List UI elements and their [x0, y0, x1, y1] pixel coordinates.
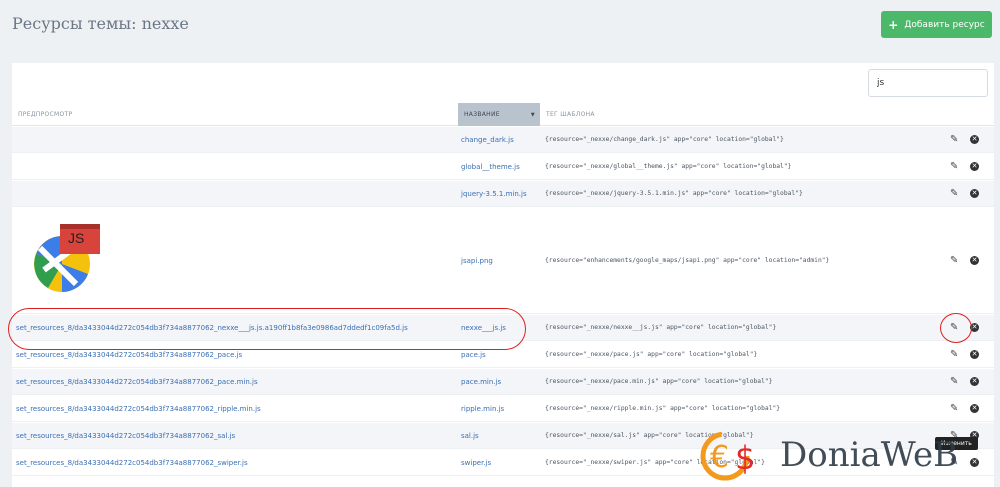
template-tag: {resource="_nexxe/swiper.js" app="core" … — [545, 459, 765, 466]
template-tag: {resource="_nexxe/jquery-3.5.1.min.js" a… — [545, 190, 803, 197]
table-row: set_resources_8/da3433044d272c054db3f734… — [12, 396, 994, 422]
plus-icon: + — [888, 17, 899, 32]
row-actions: ✎ ✕ — [950, 342, 990, 367]
table-row: JS jsapi.png {resource="enhancements/goo… — [12, 208, 994, 314]
remove-icon[interactable]: ✕ — [970, 189, 979, 198]
template-tag: {resource="_nexxe/pace.js" app="core" lo… — [545, 351, 758, 358]
resource-name-link[interactable]: jsapi.png — [461, 208, 541, 313]
preview-link[interactable]: set_resources_8/da3433044d272c054db3f734… — [16, 315, 456, 340]
template-tag: {resource="_nexxe/nexxe__js.js" app="cor… — [545, 324, 777, 331]
row-actions: ✎ ✕ — [950, 369, 990, 394]
template-tag: {resource="_nexxe/pace.min.js" app="core… — [545, 378, 773, 385]
template-tag: {resource="_nexxe/ripple.min.js" app="co… — [545, 405, 781, 412]
template-tag: {resource="_nexxe/global__theme.js" app=… — [545, 163, 792, 170]
pencil-icon[interactable]: ✎ — [950, 134, 960, 145]
row-actions: ✎ ✕ — [950, 181, 990, 206]
preview-link[interactable]: set_resources_8/da3433044d272c054db3f734… — [16, 342, 456, 367]
row-actions: ✎ ✕ — [950, 315, 990, 340]
table-row: change_dark.js {resource="_nexxe/change_… — [12, 127, 994, 153]
remove-icon[interactable]: ✕ — [970, 135, 979, 144]
sort-desc-icon: ▼ — [530, 111, 535, 118]
preview-link[interactable]: set_resources_8/da3433044d272c054db3f734… — [16, 396, 456, 421]
resource-name-link[interactable]: global__theme.js — [461, 154, 541, 179]
remove-icon[interactable]: ✕ — [970, 350, 979, 359]
template-tag: {resource="enhancements/google_maps/jsap… — [545, 257, 830, 264]
table-row: set_resources_8/da3433044d272c054db3f734… — [12, 342, 994, 368]
table-row: set_resources_8/da3433044d272c054db3f734… — [12, 315, 994, 341]
add-resource-label: Добавить ресурс — [904, 19, 985, 30]
preview-link[interactable]: set_resources_8/da3433044d272c054db3f734… — [16, 423, 456, 448]
js-badge: JS — [68, 230, 85, 246]
resource-name-link[interactable]: sal.js — [461, 423, 541, 448]
pencil-icon[interactable]: ✎ — [950, 188, 960, 199]
pencil-icon[interactable]: ✎ — [950, 322, 960, 333]
resource-name-link[interactable]: ripple.min.js — [461, 396, 541, 421]
remove-icon[interactable]: ✕ — [970, 377, 979, 386]
column-header-preview[interactable]: ПРЕДПРОСМОТР — [12, 103, 458, 126]
preview-link[interactable]: set_resources_8/da3433044d272c054db3f734… — [16, 450, 456, 475]
pencil-icon[interactable]: ✎ — [950, 255, 960, 266]
column-header-name-label: НАЗВАНИЕ — [464, 111, 500, 118]
template-tag: {resource="_nexxe/sal.js" app="core" loc… — [545, 432, 754, 439]
remove-icon[interactable]: ✕ — [970, 458, 979, 467]
resources-panel: ПРЕДПРОСМОТР НАЗВАНИЕ ▼ ТЕГ ШАБЛОНА chan… — [12, 63, 994, 487]
resource-name-link[interactable]: change_dark.js — [461, 127, 541, 152]
page-title: Ресурсы темы: nexxe — [12, 14, 189, 33]
pencil-icon[interactable]: ✎ — [950, 403, 960, 414]
table-header: ПРЕДПРОСМОТР НАЗВАНИЕ ▼ ТЕГ ШАБЛОНА — [12, 103, 994, 126]
resource-name-link[interactable]: nexxe___js.js — [461, 315, 541, 340]
add-resource-button[interactable]: + Добавить ресурс — [881, 11, 992, 38]
search-input[interactable] — [868, 69, 988, 97]
pencil-icon[interactable]: ✎ — [950, 161, 960, 172]
resource-name-link[interactable]: jquery-3.5.1.min.js — [461, 181, 541, 206]
remove-icon[interactable]: ✕ — [970, 256, 979, 265]
row-actions: ✎ ✕ — [950, 154, 990, 179]
remove-icon[interactable]: ✕ — [970, 162, 979, 171]
table-row: set_resources_8/da3433044d272c054db3f734… — [12, 450, 994, 476]
resource-name-link[interactable]: pace.js — [461, 342, 541, 367]
column-header-name[interactable]: НАЗВАНИЕ ▼ — [458, 103, 540, 126]
pencil-icon[interactable]: ✎ — [950, 376, 960, 387]
column-header-tag[interactable]: ТЕГ ШАБЛОНА — [540, 103, 940, 126]
preview-link[interactable]: set_resources_8/da3433044d272c054db3f734… — [16, 369, 456, 394]
row-actions: ✎ ✕ — [950, 450, 990, 475]
pencil-icon[interactable]: ✎ — [950, 349, 960, 360]
remove-icon[interactable]: ✕ — [970, 404, 979, 413]
table-row: set_resources_8/da3433044d272c054db3f734… — [12, 369, 994, 395]
table-row: set_resources_8/da3433044d272c054db3f734… — [12, 423, 994, 449]
resource-name-link[interactable]: pace.min.js — [461, 369, 541, 394]
jsapi-preview-image — [34, 224, 100, 292]
row-actions: ✎ ✕ — [950, 396, 990, 421]
remove-icon[interactable]: ✕ — [970, 323, 979, 332]
template-tag: {resource="_nexxe/change_dark.js" app="c… — [545, 136, 784, 143]
pencil-icon[interactable]: ✎ — [950, 457, 960, 468]
edit-tooltip: Изменить — [935, 437, 978, 450]
table-row: jquery-3.5.1.min.js {resource="_nexxe/jq… — [12, 181, 994, 207]
row-actions: ✎ ✕ — [950, 127, 990, 152]
resource-name-link[interactable]: swiper.js — [461, 450, 541, 475]
row-actions: ✎ ✕ — [950, 208, 990, 313]
table-row: global__theme.js {resource="_nexxe/globa… — [12, 154, 994, 180]
